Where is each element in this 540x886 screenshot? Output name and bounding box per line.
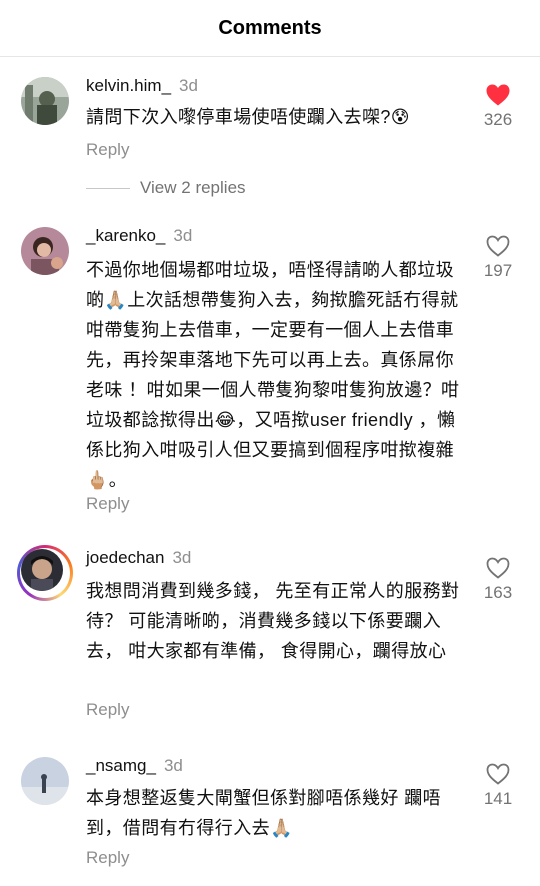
username[interactable]: _nsamg_ (86, 756, 156, 775)
timestamp: 3d (172, 548, 192, 567)
comment-text: 我想問消費到幾多錢， 先至有正常人的服務對待？ 可能清晰啲，消費幾多錢以下係要躝… (86, 581, 460, 661)
like-count: 141 (483, 789, 513, 808)
reply-button[interactable]: Reply (86, 700, 129, 720)
timestamp: 3d (179, 76, 198, 95)
header: Comments (0, 0, 540, 57)
comment-text: 請問下次入嚟停車場使唔使躝入去㗎?😰 (86, 107, 410, 127)
comment-text: 不過你地個場都咁垃圾，唔怪得請啲人都垃圾啲🙏🏼上次話想帶隻狗入去，夠揿膽死話冇得… (86, 260, 460, 490)
avatar[interactable] (21, 757, 69, 805)
comment-meta: _nsamg_ 3d (86, 756, 183, 776)
username[interactable]: _karenko_ (86, 226, 165, 245)
story-ring[interactable] (17, 545, 73, 601)
reply-button[interactable]: Reply (86, 140, 129, 160)
heart-outline-icon[interactable] (470, 557, 526, 579)
page-title: Comments (218, 16, 322, 39)
like-count: 326 (483, 110, 513, 129)
like-count: 197 (483, 261, 513, 280)
comment-meta: joedechan 3d (86, 548, 191, 568)
reply-button[interactable]: Reply (86, 848, 129, 868)
heart-outline-icon[interactable] (470, 763, 526, 785)
avatar[interactable] (21, 227, 69, 275)
divider (86, 187, 130, 189)
avatar[interactable] (21, 77, 69, 125)
timestamp: 3d (173, 226, 193, 245)
comment-meta: _karenko_ 3d (86, 226, 192, 246)
view-replies-label: View 2 replies (140, 178, 246, 197)
heart-filled-icon[interactable] (470, 84, 526, 106)
timestamp: 3d (163, 756, 183, 775)
view-replies-button[interactable]: View 2 replies (86, 176, 246, 200)
reply-button[interactable]: Reply (86, 494, 129, 514)
username[interactable]: joedechan (86, 548, 164, 567)
avatar[interactable] (21, 549, 63, 591)
comment-text: 本身想整返隻大閘蟹但係對腳唔係幾好 躝唔到，借問有冇得行入去🙏🏼 (86, 788, 441, 838)
heart-outline-icon[interactable] (470, 235, 526, 257)
username[interactable]: kelvin.him_ (86, 76, 171, 95)
like-count: 163 (483, 583, 513, 602)
comment-meta: kelvin.him_ 3d (86, 76, 198, 96)
